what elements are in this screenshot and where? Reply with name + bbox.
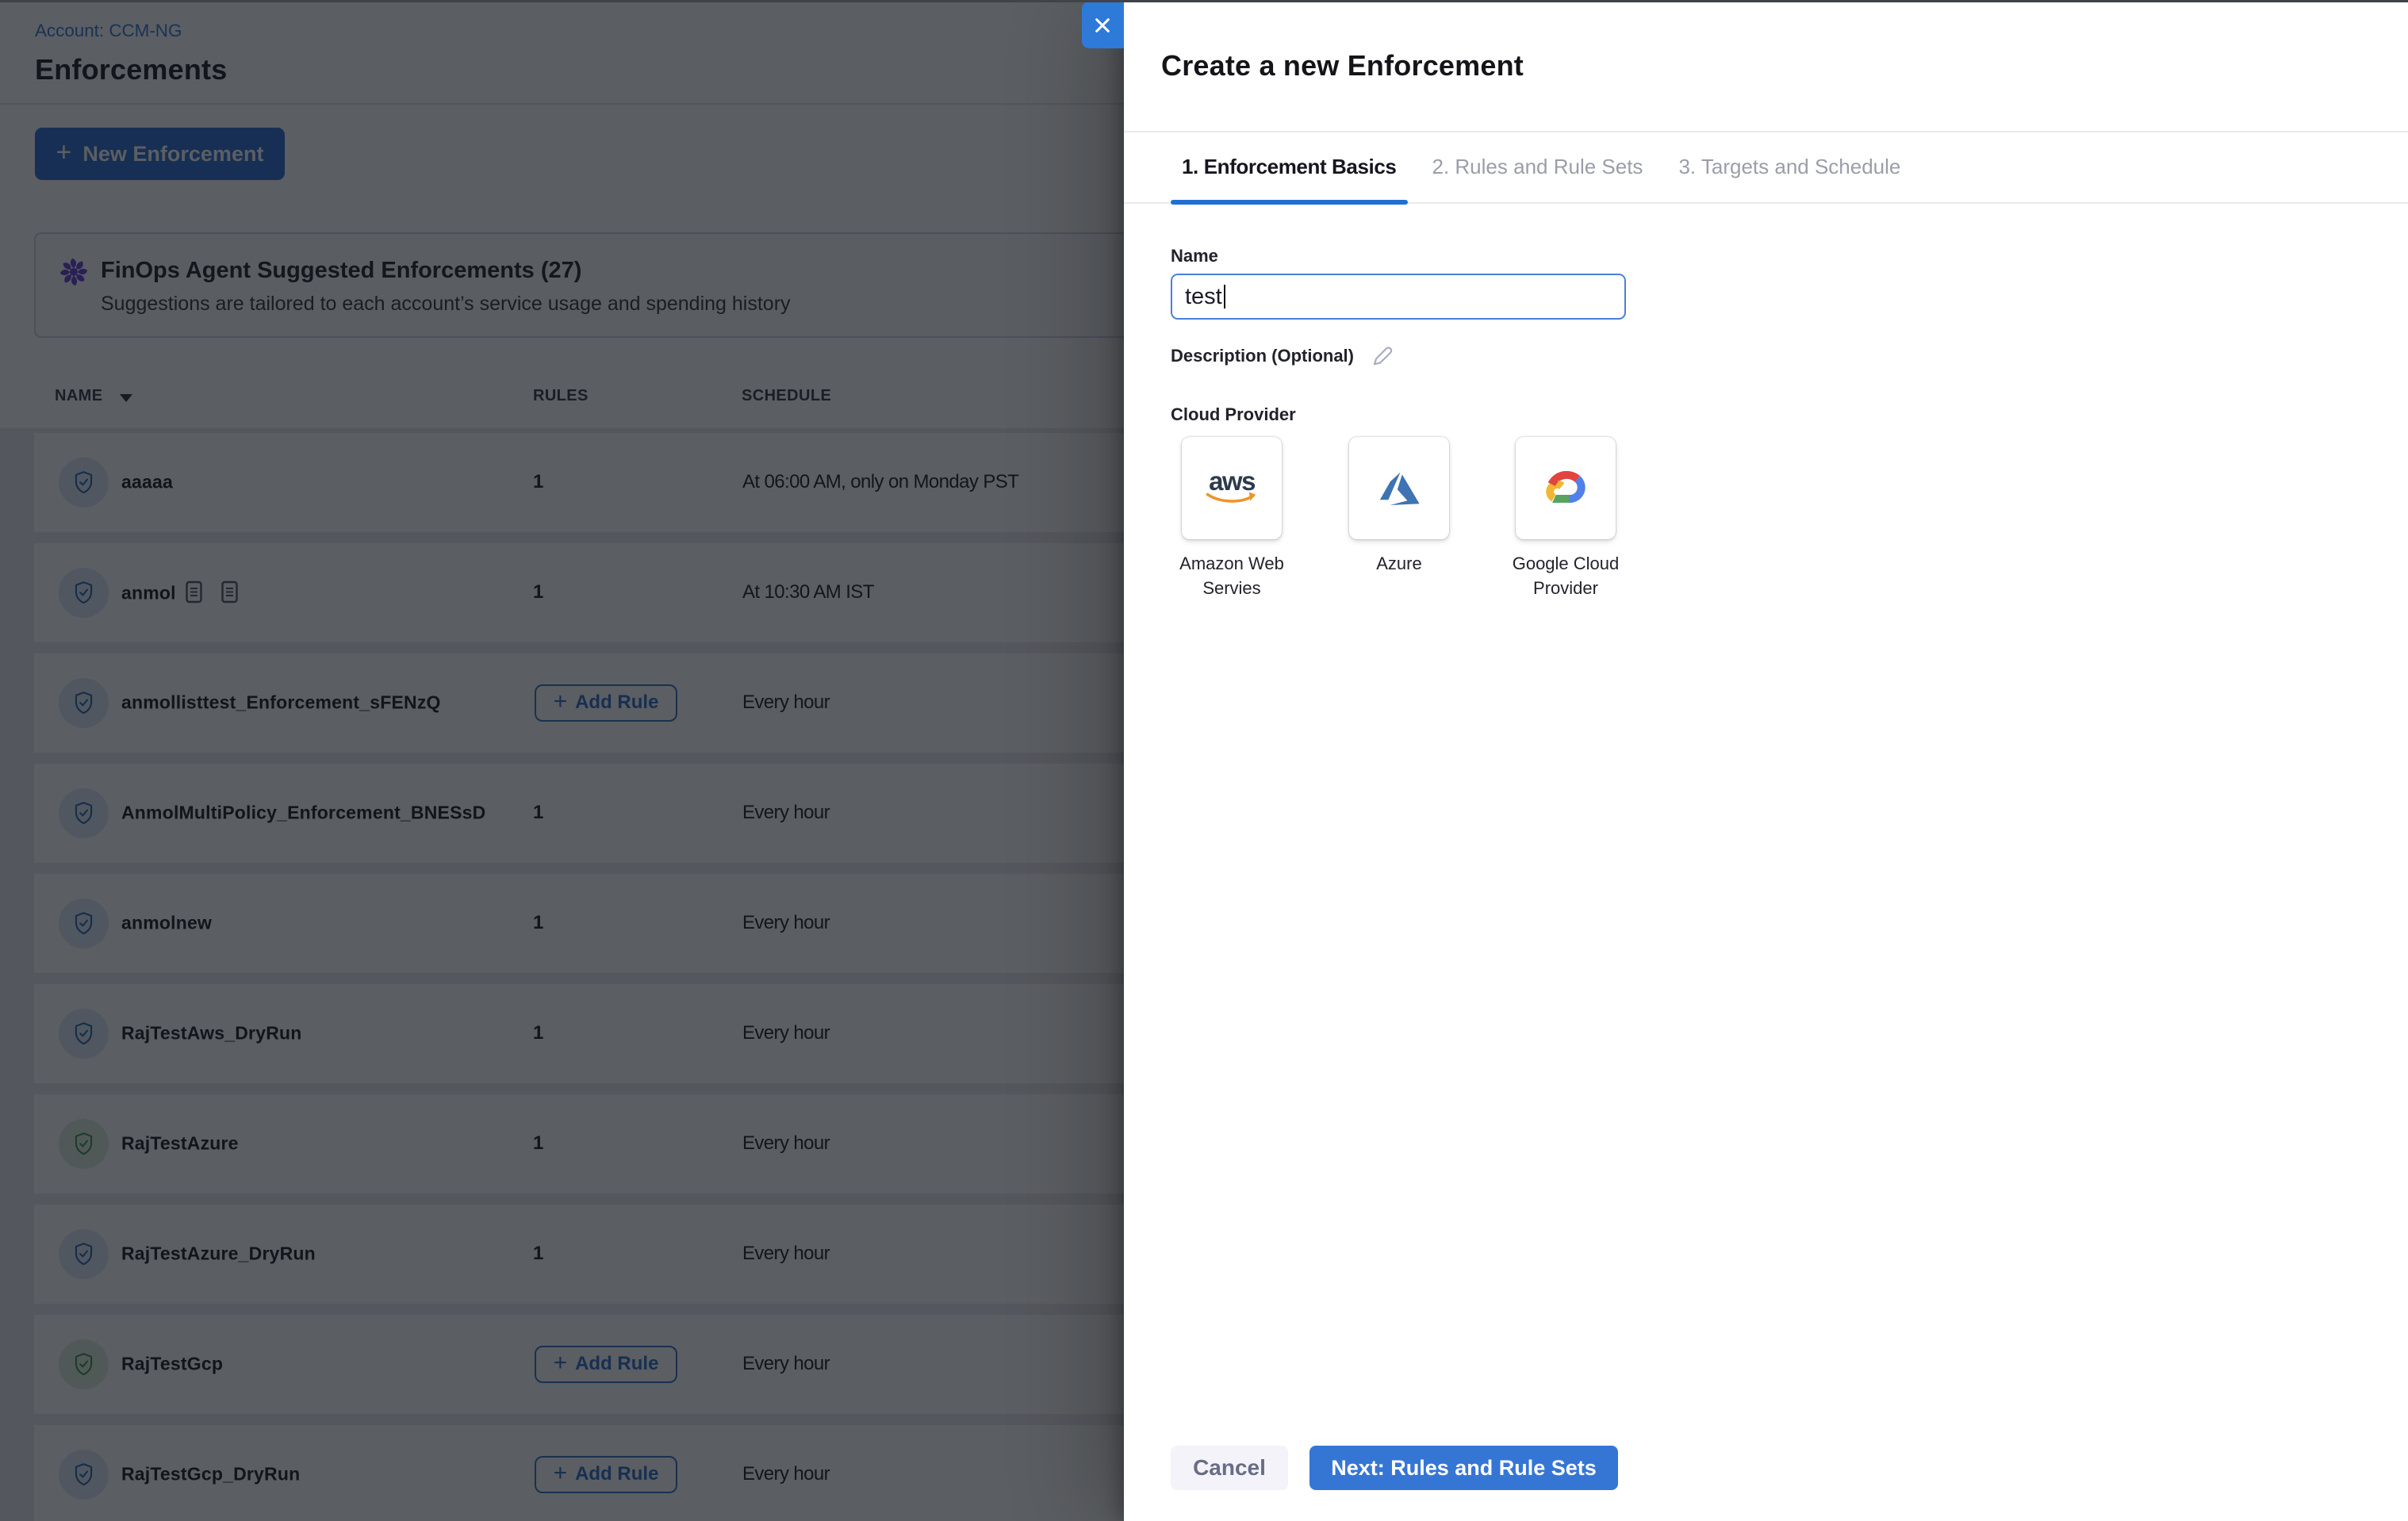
svg-text:aws: aws	[1209, 472, 1255, 496]
